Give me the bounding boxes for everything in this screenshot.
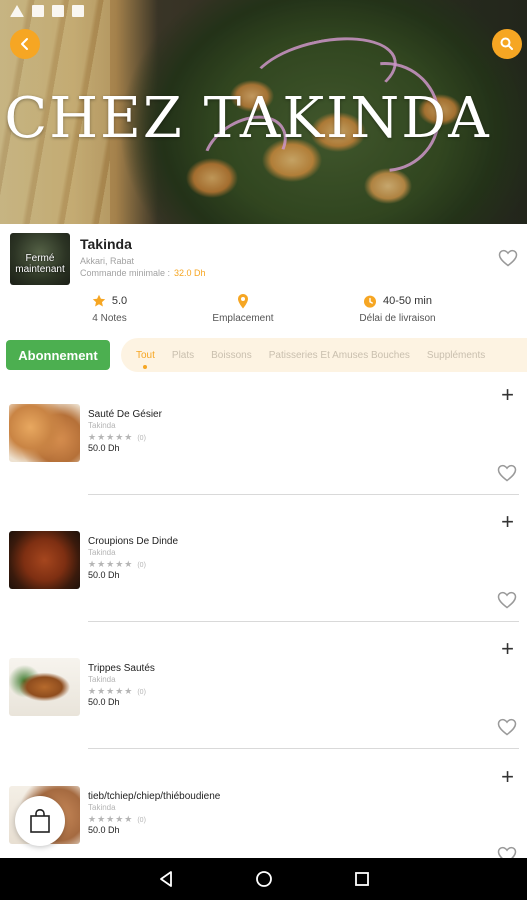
nav-home-button[interactable]: [244, 859, 284, 899]
no-sim-icon: [52, 5, 64, 17]
restaurant-name: Takinda: [80, 236, 132, 252]
product-stars: ★★★★★: [88, 686, 134, 696]
product-item[interactable]: + Trippes Sautés Takinda ★★★★★ (0) 50.0 D…: [0, 638, 527, 765]
restaurant-banner: CHEZ TAKINDA: [0, 0, 527, 224]
divider: [88, 621, 519, 622]
delivery-time-stat: 40-50 min Délai de livraison: [345, 292, 450, 324]
delivery-time-label: Délai de livraison: [359, 313, 436, 324]
favorite-heart-icon[interactable]: [497, 846, 517, 858]
tab-plats[interactable]: Plats: [172, 350, 194, 361]
product-rating: ★★★★★ (0): [88, 432, 146, 443]
divider: [88, 748, 519, 749]
product-image: [9, 658, 80, 716]
restaurant-thumbnail: Fermé maintenant: [10, 233, 70, 285]
add-to-cart-plus-icon[interactable]: +: [501, 511, 514, 533]
nav-recents-button[interactable]: [342, 859, 382, 899]
rating-label: 4 Notes: [92, 313, 127, 324]
product-price: 50.0 Dh: [88, 697, 120, 707]
favorite-heart-icon[interactable]: [497, 464, 517, 482]
closed-badge: Fermé maintenant: [15, 253, 65, 275]
product-price: 50.0 Dh: [88, 443, 120, 453]
add-to-cart-plus-icon[interactable]: +: [501, 384, 514, 406]
cart-button[interactable]: [15, 796, 65, 846]
product-price: 50.0 Dh: [88, 825, 120, 835]
timer-icon: [364, 295, 377, 308]
search-icon: [500, 37, 513, 50]
search-button[interactable]: [492, 29, 522, 59]
shopping-bag-icon: [30, 808, 50, 833]
location-stat[interactable]: Emplacement: [193, 292, 293, 324]
image-icon: [32, 5, 44, 17]
product-review-count: (0): [137, 435, 146, 442]
product-restaurant: Takinda: [88, 803, 116, 812]
nav-home-icon: [255, 871, 272, 887]
chevron-left-icon: [21, 38, 28, 50]
nav-recents-icon: [354, 872, 369, 886]
product-rating: ★★★★★ (0): [88, 814, 146, 825]
product-stars: ★★★★★: [88, 814, 134, 824]
favorite-heart-icon[interactable]: [497, 718, 517, 736]
category-tabs: Tout Plats Boissons Patisseries Et Amuse…: [121, 338, 527, 372]
product-stars: ★★★★★: [88, 432, 134, 442]
delivery-time-value: 40-50 min: [383, 295, 432, 307]
product-item[interactable]: + Sauté De Gésier Takinda ★★★★★ (0) 50.0 …: [0, 384, 527, 511]
product-review-count: (0): [137, 562, 146, 569]
product-item[interactable]: + tieb/tchiep/chiep/thiéboudiene Takinda…: [0, 766, 527, 858]
favorite-heart-icon[interactable]: [497, 591, 517, 609]
rating-value: 5.0: [111, 295, 128, 307]
product-stars: ★★★★★: [88, 559, 134, 569]
product-rating: ★★★★★ (0): [88, 686, 146, 697]
product-review-count: (0): [137, 817, 146, 824]
product-image: [9, 404, 80, 462]
add-to-cart-plus-icon[interactable]: +: [501, 638, 514, 660]
page-title: CHEZ TAKINDA: [4, 86, 491, 151]
product-name: Croupions De Dinde: [88, 536, 179, 547]
add-to-cart-plus-icon[interactable]: +: [501, 766, 514, 788]
star-icon: [92, 294, 106, 307]
product-review-count: (0): [137, 689, 146, 696]
system-nav-bar: [0, 858, 527, 900]
product-rating: ★★★★★ (0): [88, 559, 146, 570]
location-pin-icon: [238, 294, 248, 309]
product-name: Trippes Sautés: [88, 663, 155, 674]
subscribe-button[interactable]: Abonnement: [6, 340, 110, 370]
min-order-amount: 32.0 Dh: [174, 268, 206, 278]
restaurant-info: Fermé maintenant Takinda Akkari, Rabat C…: [0, 224, 527, 334]
tab-supplements[interactable]: Suppléments: [427, 350, 485, 361]
product-name: Sauté De Gésier: [88, 409, 162, 420]
nav-back-icon: [159, 871, 172, 887]
product-image: [9, 531, 80, 589]
warning-icon: [10, 5, 24, 17]
status-bar: [0, 0, 527, 22]
tab-tout[interactable]: Tout: [136, 350, 155, 361]
min-order-label: Commande minimale :: [80, 268, 171, 278]
favorite-restaurant-heart-icon[interactable]: [498, 249, 518, 267]
product-restaurant: Takinda: [88, 548, 116, 557]
bag-icon: [72, 5, 84, 17]
tab-patisseries[interactable]: Patisseries Et Amuses Bouches: [269, 350, 410, 361]
min-order: Commande minimale :32.0 Dh: [80, 268, 206, 278]
rating-stat: 5.0 4 Notes: [72, 292, 147, 324]
back-button[interactable]: [10, 29, 40, 59]
product-name: tieb/tchiep/chiep/thiéboudiene: [88, 791, 221, 802]
product-restaurant: Takinda: [88, 675, 116, 684]
location-label: Emplacement: [212, 313, 274, 324]
tab-boissons[interactable]: Boissons: [211, 350, 252, 361]
restaurant-address: Akkari, Rabat: [80, 256, 135, 266]
nav-back-button[interactable]: [146, 859, 186, 899]
product-restaurant: Takinda: [88, 421, 116, 430]
product-price: 50.0 Dh: [88, 570, 120, 580]
divider: [88, 494, 519, 495]
product-item[interactable]: + Croupions De Dinde Takinda ★★★★★ (0) 50…: [0, 511, 527, 638]
